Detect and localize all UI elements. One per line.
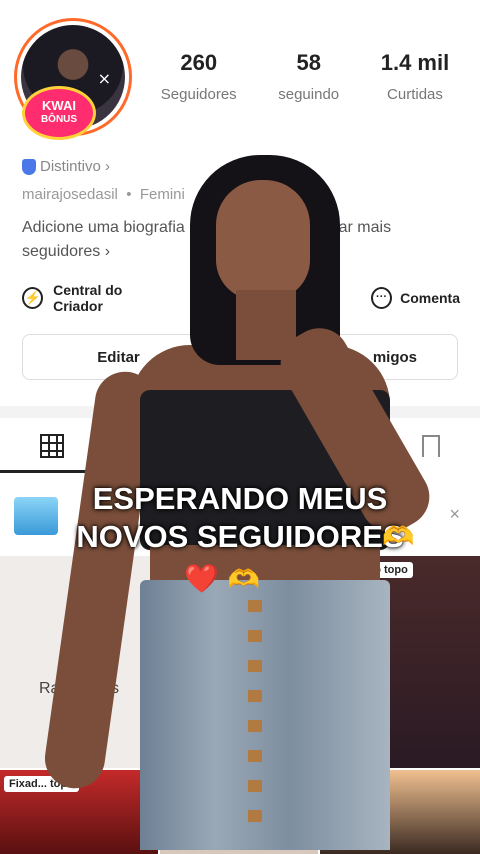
skirt-buttons (248, 600, 262, 840)
followers-count: 260 (180, 50, 218, 75)
overlay-line1: ESPERANDO MEUS (92, 481, 388, 516)
person-face (216, 180, 310, 300)
heart-icon: ❤️ (184, 562, 219, 595)
heart-hands-icon: 🫶 (227, 565, 261, 595)
stat-likes[interactable]: 1.4 mil Curtidas (381, 50, 449, 103)
profile-stats: 260 Seguidores 58 seguindo 1.4 mil Curti… (140, 50, 470, 103)
kwai-badge-sub: BÔNUS (40, 114, 78, 125)
kwai-badge-text: KWAI (42, 98, 76, 113)
likes-label: Curtidas (387, 86, 443, 103)
overlay-emojis: ❤️ 🫶 (184, 562, 260, 595)
following-count: 58 (296, 50, 321, 75)
kwai-bonus-badge[interactable]: KWAI BÔNUS (22, 86, 96, 140)
person-skirt (140, 580, 390, 850)
shield-icon (22, 158, 36, 175)
likes-count: 1.4 mil (380, 50, 450, 75)
heart-hands-icon: 🫶 (382, 522, 415, 552)
stat-following[interactable]: 58 seguindo (278, 50, 339, 103)
following-label: seguindo (278, 86, 340, 103)
stat-followers[interactable]: 260 Seguidores (161, 50, 237, 103)
close-icon[interactable]: × (98, 69, 111, 88)
followers-label: Seguidores (160, 86, 237, 103)
